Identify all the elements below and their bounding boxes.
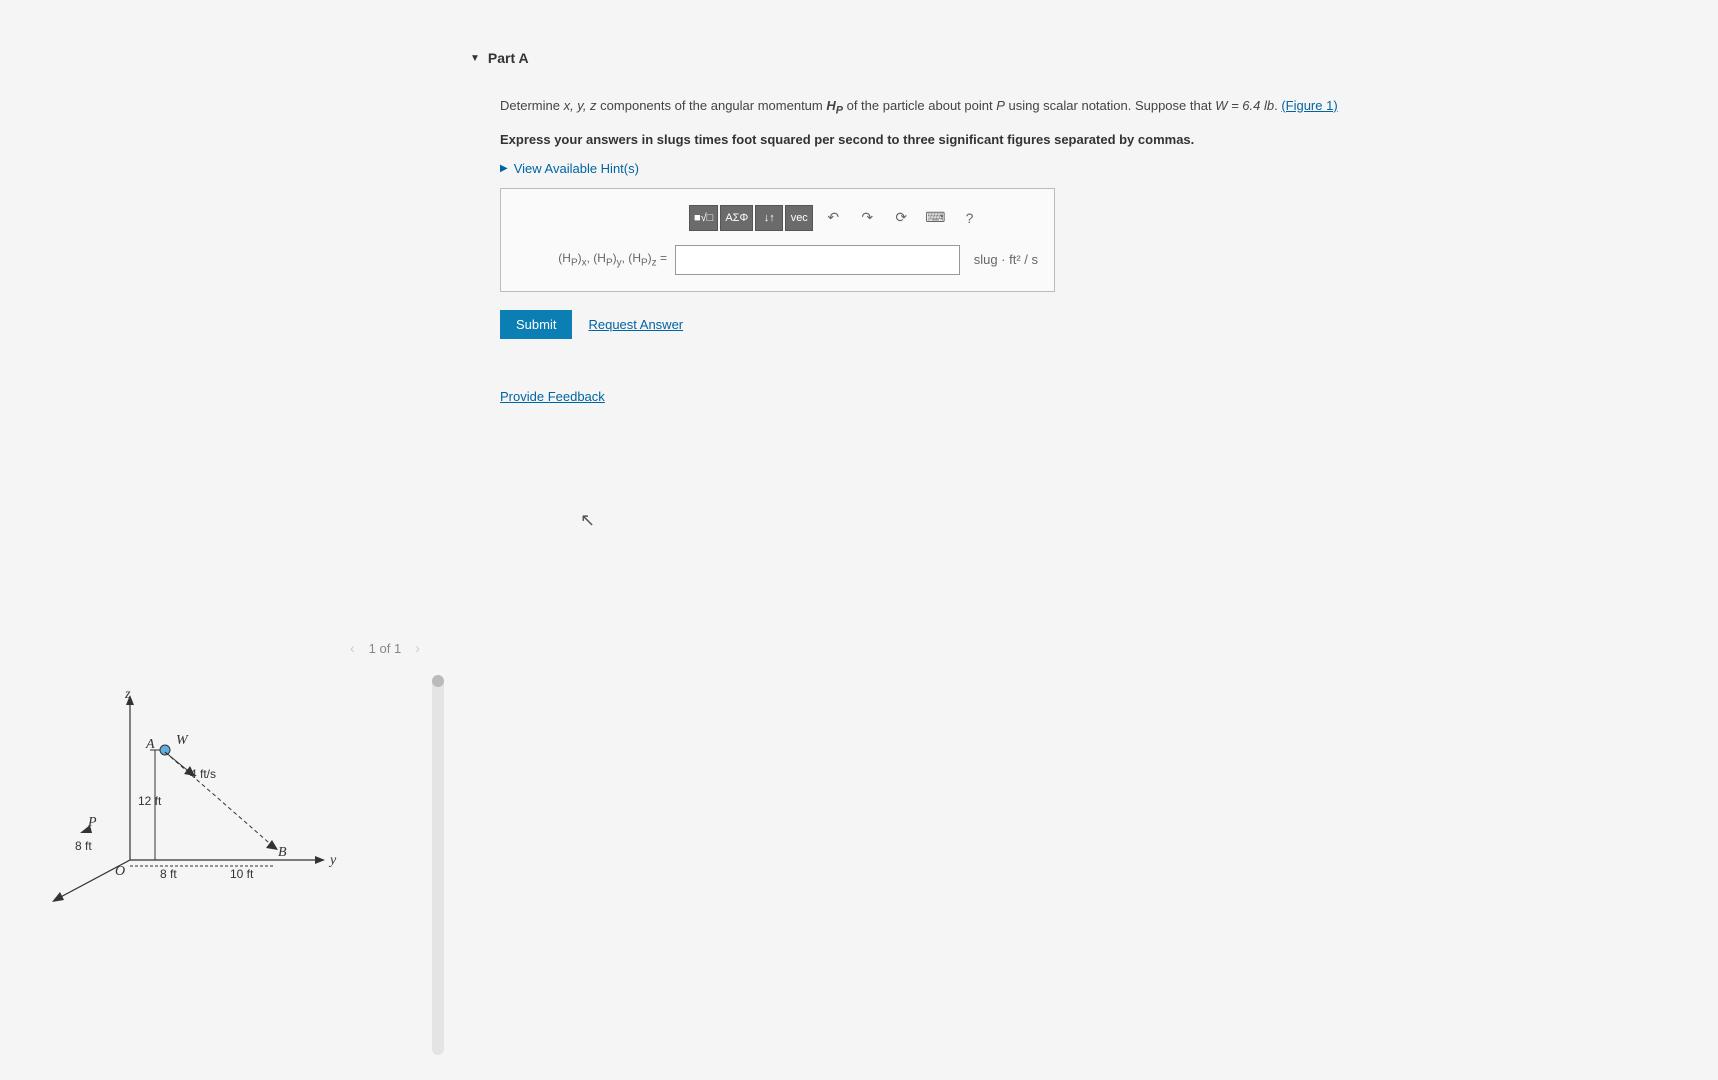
redo-button[interactable]: ↷ [853,205,881,231]
svg-text:10 ft: 10 ft [230,867,254,881]
svg-text:B: B [278,845,287,860]
svg-text:8 ft: 8 ft [160,867,177,881]
svg-text:y: y [328,853,337,868]
greek-button[interactable]: ΑΣΦ [720,205,753,231]
svg-text:4 ft/s: 4 ft/s [190,767,216,781]
figure-nav: ‹ 1 of 1 › [350,640,420,656]
svg-text:z: z [124,687,131,702]
equation-toolbar: ■√□ ΑΣΦ ↓↑ vec ↶ ↷ ⟳ ⌨ ? [689,205,1038,231]
figure-prev[interactable]: ‹ [350,640,355,656]
part-title: Part A [488,50,529,66]
answer-instruction: Express your answers in slugs times foot… [500,132,1410,147]
figure-scrollbar[interactable] [432,675,444,1055]
svg-text:12 ft: 12 ft [138,794,162,808]
vec-button[interactable]: vec [785,205,813,231]
figure-diagram: z y A W 4 ft/s 12 ft B P 8 ft O 8 ft 10 … [30,670,390,920]
request-answer-link[interactable]: Request Answer [588,317,683,332]
scroll-thumb[interactable] [432,675,444,687]
question-text: Determine x, y, z components of the angu… [500,96,1410,120]
svg-text:O: O [115,864,125,879]
answer-units: slug · ft² / s [968,252,1038,267]
template-button[interactable]: ■√□ [689,205,718,231]
answer-box: ■√□ ΑΣΦ ↓↑ vec ↶ ↷ ⟳ ⌨ ? (HP)x, (HP)y, (… [500,188,1055,292]
undo-button[interactable]: ↶ [819,205,847,231]
subsup-button[interactable]: ↓↑ [755,205,783,231]
svg-text:P: P [87,815,97,830]
svg-text:W: W [176,733,189,748]
answer-input[interactable] [675,245,960,275]
keyboard-button[interactable]: ⌨ [921,205,949,231]
answer-label: (HP)x, (HP)y, (HP)z = [517,251,667,268]
mouse-cursor-icon: ↖ [580,510,595,531]
chevron-right-icon: ▶ [500,163,508,174]
help-button[interactable]: ? [955,205,983,231]
chevron-down-icon: ▼ [470,53,480,64]
figure-link[interactable]: (Figure 1) [1281,98,1337,113]
view-hints[interactable]: ▶ View Available Hint(s) [500,161,1410,176]
figure-counter: 1 of 1 [369,641,402,656]
figure-next[interactable]: › [415,640,420,656]
provide-feedback-link[interactable]: Provide Feedback [500,389,605,404]
svg-text:8 ft: 8 ft [75,839,92,853]
part-header[interactable]: ▼ Part A [470,50,1410,66]
submit-button[interactable]: Submit [500,310,572,339]
reset-button[interactable]: ⟳ [887,205,915,231]
svg-text:A: A [145,737,155,752]
